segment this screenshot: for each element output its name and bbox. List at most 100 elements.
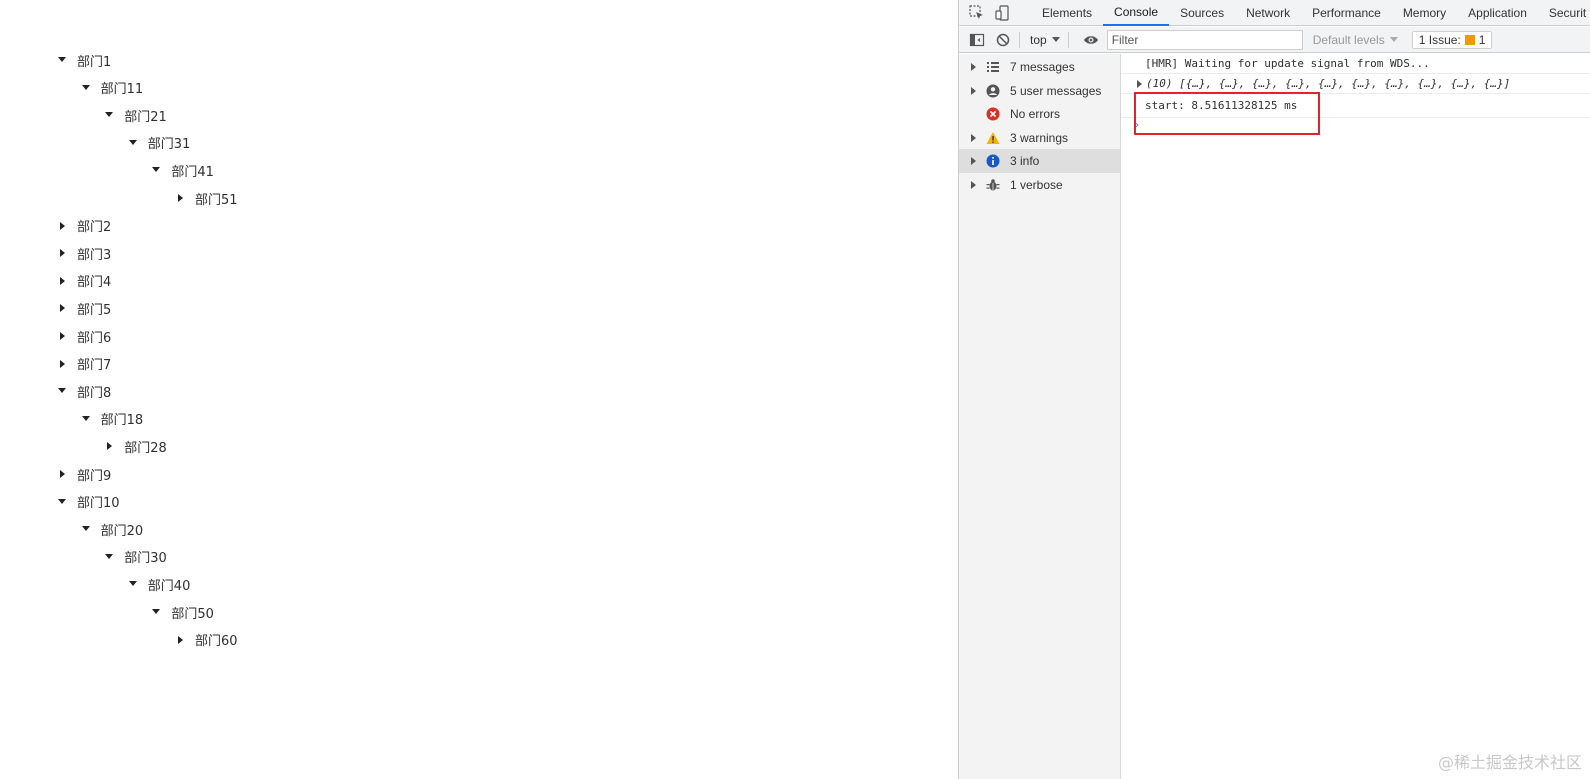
sidebar-item-info[interactable]: 3 info — [959, 149, 1120, 174]
bug-icon — [986, 178, 1000, 192]
toolbar-divider — [1019, 31, 1020, 48]
inspect-element-icon[interactable] — [969, 4, 985, 21]
tree-node[interactable]: 部门50 — [152, 602, 214, 622]
chevron-right-icon[interactable] — [971, 63, 976, 71]
caret-down-icon[interactable] — [152, 608, 161, 616]
tree-node[interactable]: 部门31 — [128, 133, 190, 153]
caret-down-icon[interactable] — [81, 525, 90, 533]
toolbar-divider — [1067, 31, 1069, 48]
caret-down-icon[interactable] — [128, 139, 137, 147]
tree-node[interactable]: 部门40 — [128, 574, 190, 594]
info-icon — [986, 154, 1000, 168]
chevron-right-icon[interactable] — [971, 157, 976, 166]
console-message-object[interactable]: (10) [{…}, {…}, {…}, {…}, {…}, {…}, {…},… — [1121, 74, 1590, 94]
issues-button[interactable]: 1 Issue: 1 — [1411, 30, 1493, 49]
sidebar-item-list[interactable]: 7 messages — [959, 55, 1120, 79]
tree-node[interactable]: 部门60 — [176, 630, 238, 650]
tree-node-label: 部门5 — [77, 302, 112, 318]
sidebar-item-label: 3 warnings — [1010, 130, 1069, 145]
sidebar-item-label: No errors — [1010, 107, 1061, 122]
tree-node[interactable]: 部门8 — [58, 381, 111, 401]
tree-node[interactable]: 部门21 — [105, 105, 167, 125]
eye-icon[interactable] — [1083, 32, 1099, 48]
tab-sources[interactable]: Sources — [1169, 0, 1235, 26]
caret-down-icon[interactable] — [152, 166, 161, 174]
chevron-right-icon — [971, 110, 976, 118]
tree-node[interactable]: 部门4 — [58, 271, 111, 291]
tree-node[interactable]: 部门51 — [176, 188, 238, 208]
caret-down-icon[interactable] — [81, 84, 90, 92]
filter-input[interactable] — [1106, 29, 1303, 50]
caret-right-icon[interactable] — [58, 221, 66, 230]
tree-node[interactable]: 部门18 — [81, 409, 143, 429]
sidebar-toggle-icon[interactable] — [969, 32, 985, 48]
tree-node[interactable]: 部门41 — [152, 160, 214, 180]
user-icon — [986, 84, 1000, 98]
tree-node-label: 部门30 — [124, 551, 167, 567]
tree-node[interactable]: 部门28 — [105, 436, 167, 456]
tab-console[interactable]: Console — [1103, 0, 1170, 26]
caret-down-icon[interactable] — [58, 498, 66, 506]
tab-elements[interactable]: Elements — [1031, 0, 1103, 26]
console-message-text: (10) [{…}, {…}, {…}, {…}, {…}, {…}, {…},… — [1146, 77, 1511, 90]
tab-performance[interactable]: Performance — [1301, 0, 1392, 26]
sidebar-item-warning[interactable]: 3 warnings — [959, 126, 1120, 150]
tree-node[interactable]: 部门3 — [58, 243, 111, 263]
tree-node-label: 部门3 — [77, 247, 112, 263]
console-toolbar: top Default levels 1 Issue: 1 — [959, 27, 1590, 53]
sidebar-item-error[interactable]: No errors — [959, 102, 1120, 126]
tree-node[interactable]: 部门11 — [81, 78, 143, 98]
caret-right-icon[interactable] — [58, 304, 66, 313]
console-message: [HMR] Waiting for update signal from WDS… — [1121, 54, 1590, 74]
caret-right-icon[interactable] — [58, 359, 66, 368]
tab-application[interactable]: Application — [1457, 0, 1538, 26]
chevron-right-icon[interactable] — [971, 133, 976, 142]
tree-node[interactable]: 部门2 — [58, 216, 111, 236]
warning-icon — [986, 131, 1000, 145]
console-prompt-icon[interactable]: › — [1134, 120, 1140, 131]
tree-node-label: 部门7 — [77, 358, 112, 374]
caret-down-icon[interactable] — [105, 553, 114, 561]
clear-console-icon[interactable] — [995, 32, 1011, 48]
caret-right-icon[interactable] — [58, 249, 66, 258]
tab-network[interactable]: Network — [1235, 0, 1301, 26]
tree-node[interactable]: 部门10 — [58, 492, 120, 512]
caret-right-icon[interactable] — [176, 194, 184, 202]
caret-right-icon[interactable] — [58, 276, 66, 285]
tree-node[interactable]: 部门20 — [81, 519, 143, 539]
caret-down-icon[interactable] — [81, 415, 90, 423]
caret-down-icon[interactable] — [58, 387, 66, 395]
tree-node[interactable]: 部门1 — [58, 50, 111, 70]
chevron-right-icon[interactable] — [971, 181, 976, 189]
tree-node-label: 部门21 — [124, 109, 167, 125]
issues-count: 1 — [1478, 32, 1486, 47]
device-toolbar-icon[interactable] — [995, 4, 1011, 21]
tab-memory[interactable]: Memory — [1392, 0, 1457, 26]
tree-node[interactable]: 部门9 — [58, 464, 111, 484]
sidebar-item-label: 5 user messages — [1010, 83, 1102, 98]
expand-triangle-icon[interactable] — [1137, 79, 1143, 88]
sidebar-item-user[interactable]: 5 user messages — [959, 79, 1120, 103]
caret-right-icon[interactable] — [58, 470, 66, 478]
tree-node-label: 部门10 — [77, 496, 120, 512]
tree-node[interactable]: 部门6 — [58, 326, 111, 346]
tree-node[interactable]: 部门5 — [58, 298, 111, 318]
caret-right-icon[interactable] — [176, 635, 184, 644]
caret-down-icon[interactable] — [58, 56, 66, 64]
caret-right-icon[interactable] — [105, 442, 113, 451]
chevron-right-icon[interactable] — [971, 86, 976, 95]
tree-node[interactable]: 部门7 — [58, 354, 111, 374]
caret-right-icon[interactable] — [58, 332, 66, 340]
caret-down-icon[interactable] — [105, 111, 114, 119]
tree-node-label: 部门9 — [77, 468, 112, 484]
caret-down-icon[interactable] — [128, 580, 137, 588]
sidebar-item-label: 7 messages — [1010, 60, 1075, 74]
department-tree: 部门1 部门11 部门21 部门31 部门41 部门51 部门2 部门3 部门4 部门5 部门6 部门… — [0, 0, 958, 779]
error-icon — [986, 107, 1000, 121]
context-selector[interactable]: top — [1030, 33, 1060, 47]
tab-securit[interactable]: Securit — [1538, 0, 1590, 26]
sidebar-item-bug[interactable]: 1 verbose — [959, 173, 1120, 197]
issue-flag-icon — [1464, 34, 1475, 45]
tree-node[interactable]: 部门30 — [105, 547, 167, 567]
log-levels-dropdown[interactable]: Default levels — [1313, 33, 1398, 47]
